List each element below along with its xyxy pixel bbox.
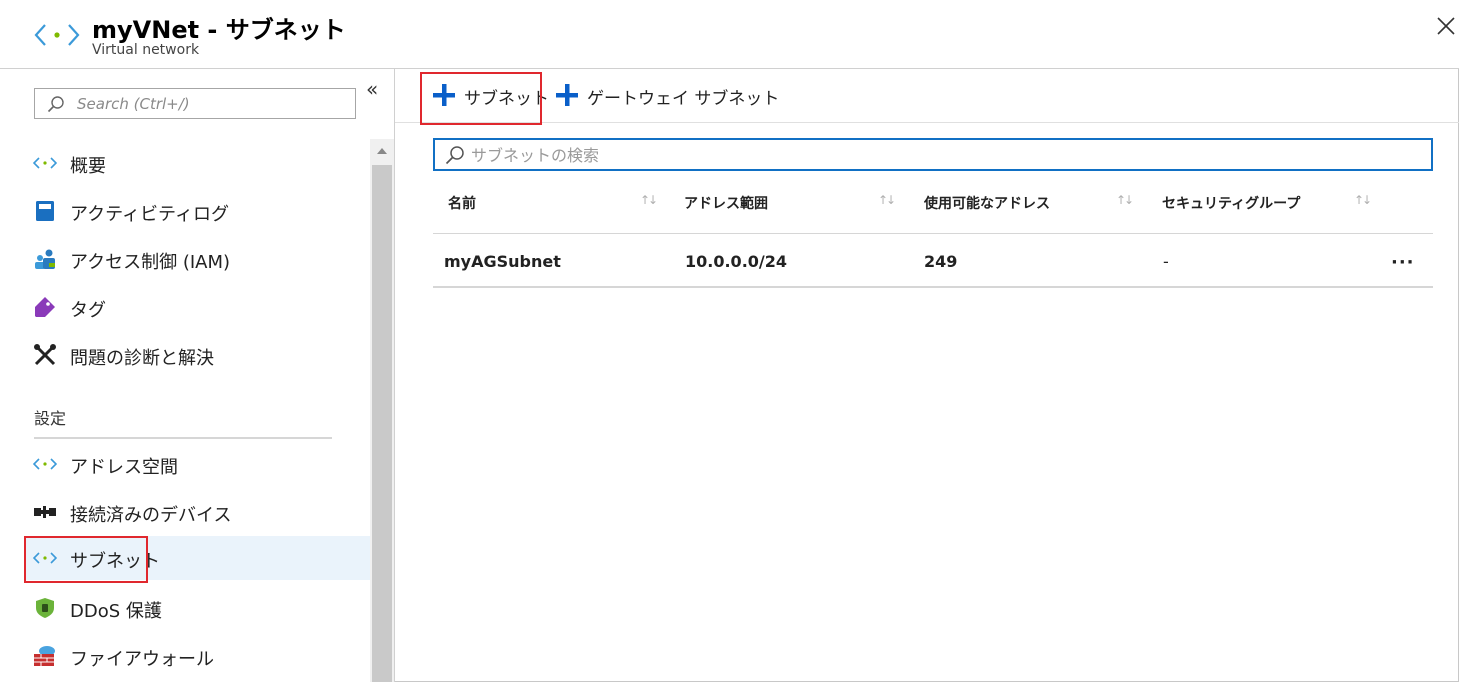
sidebar-item-diagnose[interactable]: 問題の診断と解決 (24, 333, 370, 377)
sidebar-item-iam[interactable]: アクセス制御 (IAM) (24, 237, 370, 281)
command-bar: サブネット ゲートウェイ サブネット (395, 69, 1459, 125)
vnet-icon (34, 24, 80, 46)
sidebar-item-firewall[interactable]: ファイアウォール (24, 634, 370, 678)
sidebar-item-label: 問題の診断と解決 (70, 348, 214, 369)
cell-address-range: 10.0.0.0/24 (685, 252, 788, 271)
subnet-filter[interactable] (433, 138, 1433, 171)
sort-arrows-icon[interactable]: ↑↓ (1116, 193, 1134, 207)
sort-arrows-icon[interactable]: ↑↓ (878, 193, 896, 207)
sidebar-item-label: 概要 (70, 156, 106, 177)
highlight-box (24, 536, 148, 583)
sort-arrows-icon[interactable]: ↑↓ (640, 193, 658, 207)
collapse-sidebar-icon[interactable]: « (366, 77, 378, 101)
column-header-available-addresses[interactable]: 使用可能なアドレス (924, 193, 1050, 213)
plus-icon (556, 84, 578, 106)
scroll-up-arrow-icon[interactable] (370, 139, 394, 163)
page-title: myVNet - サブネット (92, 16, 346, 44)
search-icon (445, 146, 464, 165)
sidebar-item-ddos[interactable]: DDoS 保護 (24, 586, 370, 630)
tag-icon (35, 297, 55, 317)
shield-icon (36, 598, 54, 618)
sidebar-item-label: タグ (70, 300, 106, 321)
sidebar-item-label: 接続済みのデバイス (70, 505, 232, 526)
sidebar-item-tags[interactable]: タグ (24, 285, 370, 329)
activity-log-icon (36, 201, 54, 221)
scrollbar-thumb[interactable] (372, 165, 392, 682)
search-icon (47, 96, 64, 113)
sidebar: « 概要 アクティビティログ アクセス制御 (0, 69, 395, 682)
vnet-icon (33, 458, 57, 470)
sidebar-item-address-space[interactable]: アドレス空間 (24, 442, 370, 486)
vnet-icon (33, 157, 57, 169)
sidebar-item-overview[interactable]: 概要 (24, 141, 370, 185)
sidebar-item-activity-log[interactable]: アクティビティログ (24, 189, 370, 233)
cell-available: 249 (924, 252, 958, 271)
subnet-filter-input[interactable] (471, 144, 1411, 166)
cell-name: myAGSubnet (444, 252, 561, 271)
add-gateway-subnet-button[interactable]: ゲートウェイ サブネット (555, 81, 779, 111)
column-header-security-group[interactable]: セキュリティグループ (1162, 193, 1300, 213)
sort-arrows-icon[interactable]: ↑↓ (1354, 193, 1372, 207)
highlight-box (420, 72, 542, 125)
more-options-icon[interactable]: ··· (1391, 252, 1415, 273)
main-content: サブネット ゲートウェイ サブネット 名前 ↑↓ アドレス範囲 ↑↓ 使用可能な… (395, 69, 1459, 682)
connected-devices-icon (34, 506, 56, 518)
sidebar-item-label: DDoS 保護 (70, 601, 162, 622)
add-gateway-subnet-label: ゲートウェイ サブネット (587, 89, 780, 109)
blade-header: myVNet - サブネット Virtual network (0, 0, 1459, 69)
sidebar-item-label: アドレス空間 (70, 457, 178, 478)
sidebar-item-connected-devices[interactable]: 接続済みのデバイス (24, 490, 370, 534)
section-divider (34, 437, 332, 439)
wrench-icon (34, 344, 56, 366)
firewall-icon (34, 646, 55, 666)
page-subtitle: Virtual network (92, 42, 200, 58)
sidebar-search[interactable] (34, 88, 356, 119)
table-row[interactable]: myAGSubnet 10.0.0.0/24 249 - ··· (433, 234, 1433, 288)
cell-security-group: - (1163, 252, 1169, 271)
section-header-settings: 設定 (34, 409, 67, 428)
iam-icon (35, 249, 55, 269)
sidebar-item-label: アクティビティログ (70, 204, 229, 225)
sidebar-search-input[interactable] (77, 92, 347, 116)
column-header-name[interactable]: 名前 (448, 193, 476, 213)
sidebar-item-label: アクセス制御 (IAM) (70, 252, 231, 273)
sidebar-item-label: ファイアウォール (70, 649, 214, 670)
column-header-address-range[interactable]: アドレス範囲 (684, 193, 768, 213)
close-icon[interactable] (1434, 14, 1458, 38)
